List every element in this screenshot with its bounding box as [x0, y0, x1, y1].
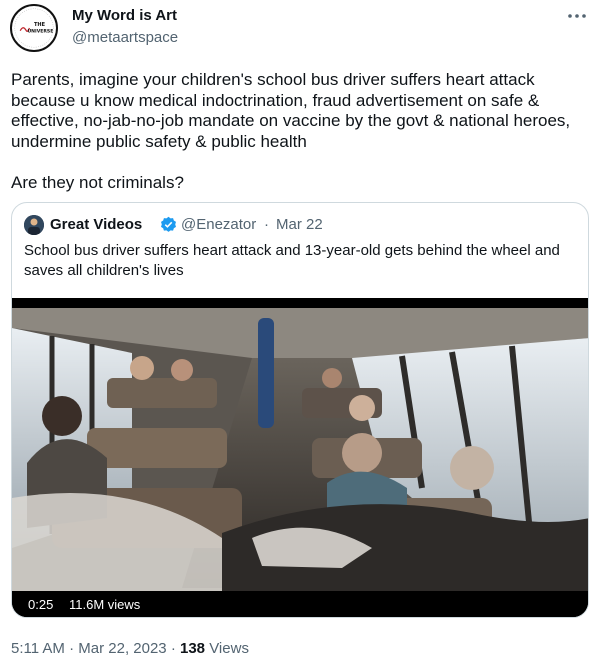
views-count: 138: [180, 640, 206, 657]
author-avatar-image: THE UNIVERSE: [14, 8, 54, 48]
video-player[interactable]: 0:25 11.6M views: [12, 298, 588, 617]
tweet-date[interactable]: Mar 22, 2023: [78, 640, 166, 657]
avatar-text-line1: THE: [34, 22, 46, 28]
tweet-time[interactable]: 5:11 AM: [11, 640, 65, 657]
quoted-avatar-image: [24, 215, 44, 235]
avatar-text-line2: UNIVERSE: [27, 29, 53, 35]
quoted-separator: ·: [264, 216, 269, 233]
quoted-date[interactable]: Mar 22: [276, 216, 323, 233]
video-duration-badge: 0:25: [24, 595, 58, 615]
quoted-author-name[interactable]: Great Videos: [50, 216, 142, 233]
tweet-header: THE UNIVERSE My Word is Art @metaartspac…: [10, 4, 590, 54]
meta-separator-2: ·: [170, 640, 176, 657]
video-views-badge: 11.6M views: [65, 595, 145, 615]
video-frame: [12, 298, 588, 617]
tweet-meta: 5:11 AM · Mar 22, 2023 · 138 Views: [11, 640, 249, 657]
meta-separator-1: ·: [69, 640, 75, 657]
quoted-tweet-header: Great Videos @Enezator · Mar 22: [24, 215, 574, 235]
verified-badge-icon: [161, 216, 176, 232]
author-name[interactable]: My Word is Art: [72, 7, 177, 24]
quoted-tweet-text: School bus driver suffers heart attack a…: [24, 242, 560, 279]
views-label: Views: [209, 640, 249, 657]
author-avatar[interactable]: THE UNIVERSE: [10, 4, 58, 52]
tweet-text: Parents, imagine your children's school …: [11, 70, 571, 192]
more-options-button[interactable]: [566, 6, 588, 26]
quoted-tweet[interactable]: Great Videos @Enezator · Mar 22 School b…: [11, 202, 589, 618]
quoted-author-handle[interactable]: @Enezator: [181, 216, 256, 233]
author-handle[interactable]: @metaartspace: [72, 29, 178, 46]
more-horizontal-icon: [568, 14, 586, 18]
quoted-author-avatar[interactable]: [24, 215, 44, 235]
